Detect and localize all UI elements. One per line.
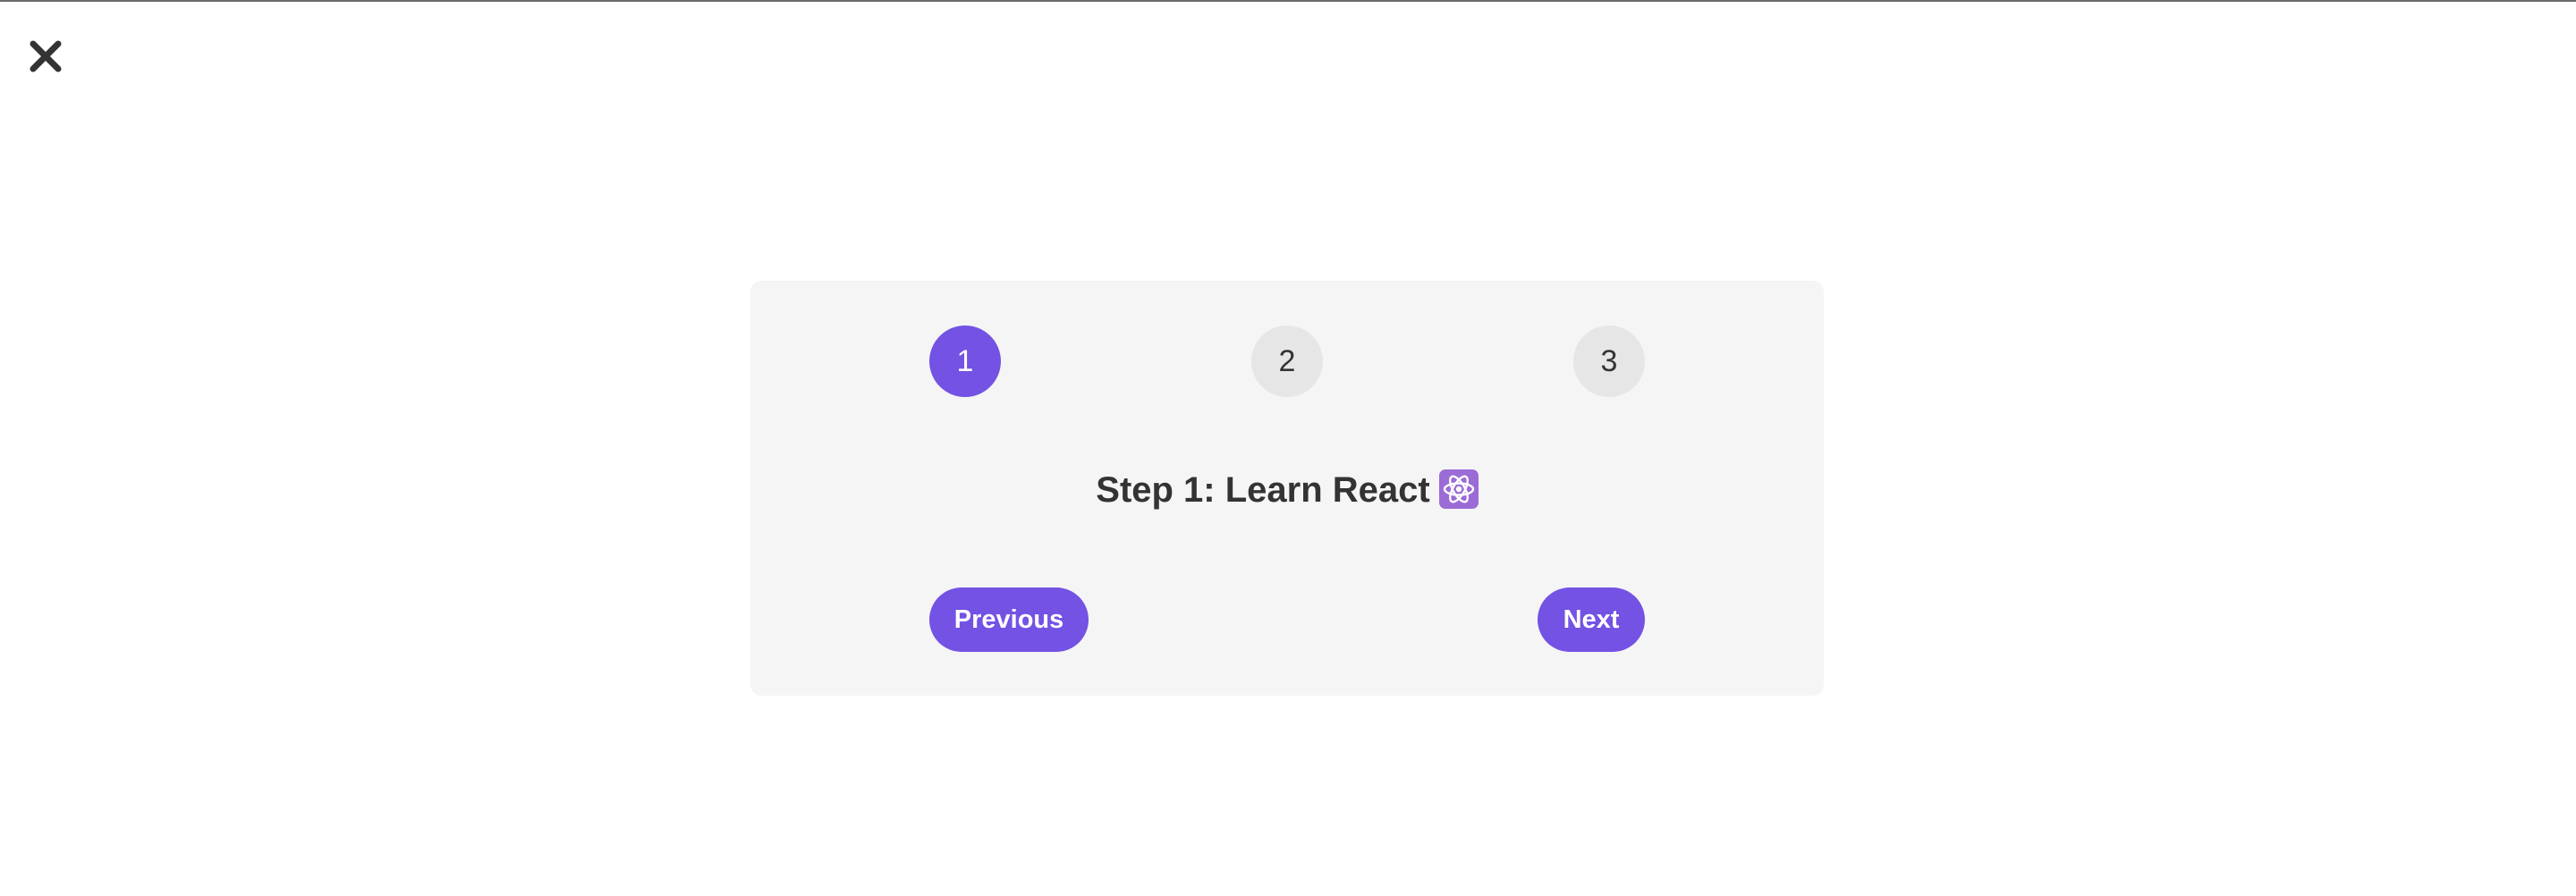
stepper-card: 1 2 3 Step 1: Learn React Previous Next — [750, 281, 1824, 696]
next-button[interactable]: Next — [1538, 587, 1645, 652]
step-title: Step 1: Learn React — [1096, 470, 1430, 510]
step-3-indicator[interactable]: 3 — [1573, 325, 1645, 397]
window-top-border — [0, 0, 2576, 2]
close-icon — [30, 40, 62, 72]
atom-icon — [1438, 469, 1479, 509]
close-button[interactable] — [25, 34, 66, 79]
step-indicator: 1 2 3 — [929, 325, 1645, 397]
previous-button[interactable]: Previous — [929, 587, 1089, 652]
step-2-indicator[interactable]: 2 — [1251, 325, 1323, 397]
step-title-container: Step 1: Learn React — [750, 469, 1824, 511]
step-1-indicator[interactable]: 1 — [929, 325, 1001, 397]
